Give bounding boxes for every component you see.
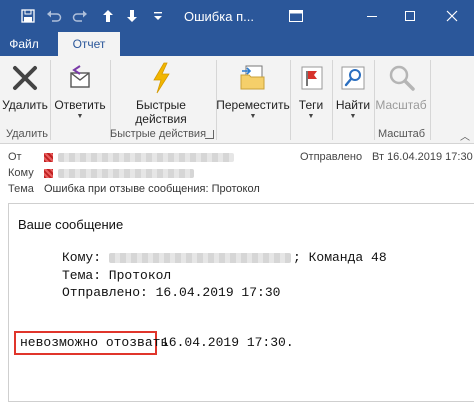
ribbon-separator: [430, 60, 431, 140]
delete-label: Удалить: [2, 98, 48, 112]
minimize-icon[interactable]: [352, 0, 392, 32]
sent-value: Вт 16.04.2019 17:30: [372, 151, 473, 163]
more-icon[interactable]: [148, 6, 168, 26]
body-subject-line: Тема: Протокол: [62, 268, 172, 283]
tags-button[interactable]: Теги ▼: [292, 56, 330, 128]
body-sent-line: Отправлено: 16.04.2019 17:30: [62, 285, 281, 300]
reply-dropdown-icon[interactable]: ▼: [77, 112, 84, 121]
save-icon[interactable]: [18, 6, 38, 26]
ribbon-tabs: Файл Отчет: [0, 32, 474, 56]
tab-report[interactable]: Отчет: [58, 32, 120, 56]
search-icon: [337, 62, 369, 94]
quick-steps-label-1: Быстрые: [136, 98, 186, 112]
find-button[interactable]: Найти ▼: [334, 56, 372, 128]
from-label: От: [8, 151, 22, 163]
find-label: Найти: [335, 98, 371, 112]
sent-label: Отправлено: [300, 151, 363, 163]
group-label-quick-steps: Быстрые действия: [110, 128, 207, 140]
undo-icon[interactable]: [44, 6, 64, 26]
close-icon[interactable]: [432, 0, 472, 32]
tags-dropdown-icon[interactable]: ▼: [308, 112, 315, 121]
down-arrow-icon[interactable]: [122, 6, 142, 26]
contact-status-icon: [44, 169, 53, 178]
ribbon: Удалить Удалить Ответить ▼ Быстрые дейст…: [0, 56, 474, 144]
magnifier-icon: [385, 62, 417, 94]
tags-label: Теги: [298, 98, 324, 112]
collapse-ribbon-icon[interactable]: ︿: [460, 128, 470, 143]
from-row: От Отправлено Вт 16.04.2019 17:30: [0, 150, 474, 166]
reply-envelope-icon: [64, 62, 96, 94]
group-label-delete: Удалить: [6, 128, 48, 140]
message-body: Ваше сообщение Кому: ; Команда 48 Тема: …: [8, 203, 474, 402]
dialog-launcher-icon[interactable]: [205, 130, 214, 139]
lightning-icon: [145, 62, 177, 94]
find-dropdown-icon[interactable]: ▼: [350, 112, 357, 121]
reply-label: Ответить: [54, 98, 106, 112]
subject-value: Ошибка при отзыве сообщения: Протокол: [44, 183, 260, 195]
tab-file[interactable]: Файл: [0, 32, 48, 56]
subject-label: Тема: [8, 183, 34, 195]
move-dropdown-icon[interactable]: ▼: [250, 112, 257, 121]
zoom-label: Масштаб: [375, 98, 427, 112]
to-row: Кому: [0, 166, 474, 182]
group-label-zoom: Масштаб: [378, 128, 426, 140]
ribbon-separator: [332, 60, 333, 140]
flag-icon: [295, 62, 327, 94]
body-to-label: Кому:: [62, 250, 102, 265]
delete-x-icon: [9, 62, 41, 94]
subject-row: Тема Ошибка при отзыве сообщения: Проток…: [0, 182, 474, 198]
ribbon-separator: [50, 60, 51, 140]
reply-button[interactable]: Ответить ▼: [52, 56, 108, 128]
contact-status-icon: [44, 153, 53, 162]
redo-icon[interactable]: [70, 6, 90, 26]
up-arrow-icon[interactable]: [98, 6, 118, 26]
to-label: Кому: [8, 167, 34, 179]
body-to-suffix: ; Команда 48: [293, 250, 387, 265]
move-button[interactable]: Переместить ▼: [216, 56, 290, 128]
message-header: От Отправлено Вт 16.04.2019 17:30 Кому Т…: [0, 144, 474, 200]
recipient-redacted: [58, 169, 194, 178]
title-bar: Ошибка п...: [0, 0, 474, 32]
body-recipient-redacted: [109, 253, 291, 263]
move-label: Переместить: [216, 98, 290, 112]
body-failed-text: невозможно отозвать: [20, 335, 169, 350]
delete-button[interactable]: Удалить: [2, 56, 48, 128]
ribbon-separator: [290, 60, 291, 140]
body-failed-time: 16.04.2019 17:30.: [161, 335, 294, 350]
move-folder-icon: [237, 62, 269, 94]
quick-steps-button[interactable]: Быстрые действия: [118, 56, 204, 128]
window-title: Ошибка п...: [184, 9, 254, 24]
maximize-icon[interactable]: [390, 0, 430, 32]
quick-steps-label-2: действия: [135, 112, 187, 126]
zoom-button[interactable]: Масштаб: [375, 56, 427, 128]
sender-redacted: [58, 153, 234, 162]
body-intro: Ваше сообщение: [18, 217, 124, 232]
restore-icon[interactable]: [276, 0, 316, 32]
